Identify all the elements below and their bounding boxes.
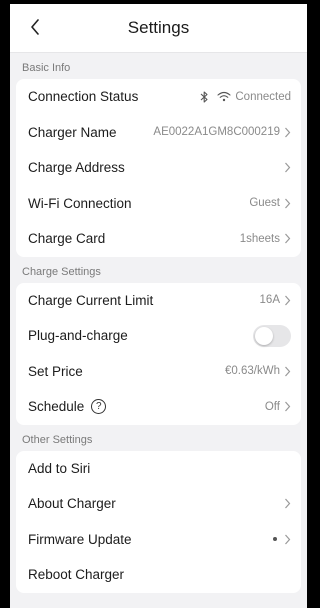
about-charger-row[interactable]: About Charger: [16, 486, 301, 522]
charger-name-row[interactable]: Charger Name AE0022A1GM8C000219: [16, 115, 301, 151]
charge-settings-card: Charge Current Limit 16A Plug-and-charge…: [16, 282, 301, 425]
section-label-other-settings: Other Settings: [22, 433, 93, 446]
plug-and-charge-label: Plug-and-charge: [28, 328, 128, 344]
chevron-right-icon: [285, 127, 291, 138]
chevron-right-icon: [285, 162, 291, 173]
set-price-label: Set Price: [28, 363, 83, 379]
charger-name-label: Charger Name: [28, 124, 117, 140]
connection-status-value: Connected: [235, 90, 291, 103]
help-icon[interactable]: ?: [91, 399, 107, 415]
chevron-right-icon: [285, 498, 291, 509]
about-charger-label: About Charger: [28, 496, 116, 512]
bluetooth-icon: [200, 91, 209, 103]
add-to-siri-row[interactable]: Add to Siri: [16, 451, 301, 487]
navigation-bar: Settings: [10, 4, 307, 53]
plug-and-charge-toggle[interactable]: [253, 324, 291, 347]
charge-current-limit-value: 16A: [259, 294, 280, 307]
charge-current-limit-row[interactable]: Charge Current Limit 16A: [16, 283, 301, 319]
reboot-charger-row[interactable]: Reboot Charger: [16, 557, 301, 593]
charge-card-value: 1sheets: [239, 232, 280, 245]
toggle-knob: [255, 326, 273, 345]
chevron-right-icon: [285, 534, 291, 545]
charge-card-row[interactable]: Charge Card 1sheets: [16, 221, 301, 257]
connection-status-label: Connection Status: [28, 89, 139, 105]
chevron-right-icon: [285, 401, 291, 412]
chevron-right-icon: [285, 366, 291, 377]
set-price-value: €0.63/kWh: [225, 365, 280, 378]
set-price-row[interactable]: Set Price €0.63/kWh: [16, 354, 301, 390]
wifi-icon: [217, 91, 231, 102]
chevron-right-icon: [285, 295, 291, 306]
back-button[interactable]: [22, 14, 48, 40]
connection-status-row: Connection Status Connected: [16, 79, 301, 115]
page-title: Settings: [127, 18, 190, 37]
schedule-value: Off: [264, 400, 280, 413]
plug-and-charge-row: Plug-and-charge: [16, 318, 301, 354]
basic-info-card: Connection Status Connected Charger Name: [16, 79, 301, 257]
charge-current-limit-label: Charge Current Limit: [28, 292, 154, 308]
section-label-basic-info: Basic Info: [22, 62, 71, 74]
other-settings-card: Add to Siri About Charger Firmware Updat…: [16, 450, 301, 593]
settings-screen: Settings Basic Info Connection Status Co…: [10, 4, 307, 608]
schedule-label: Schedule: [28, 399, 85, 415]
charge-address-row[interactable]: Charge Address: [16, 150, 301, 186]
firmware-update-row[interactable]: Firmware Update: [16, 522, 301, 558]
charge-address-label: Charge Address: [28, 160, 125, 176]
section-label-charge-settings: Charge Settings: [22, 265, 101, 278]
chevron-right-icon: [285, 198, 291, 209]
chevron-left-icon: [31, 19, 39, 35]
wifi-connection-value: Guest: [249, 197, 280, 210]
wifi-connection-row[interactable]: Wi-Fi Connection Guest: [16, 186, 301, 222]
reboot-charger-label: Reboot Charger: [28, 567, 125, 583]
charger-name-value: AE0022A1GM8C000219: [153, 126, 280, 139]
chevron-right-icon: [285, 233, 291, 244]
charge-card-label: Charge Card: [28, 231, 106, 247]
firmware-update-label: Firmware Update: [28, 531, 132, 547]
schedule-row[interactable]: Schedule ? Off: [16, 389, 301, 425]
update-indicator-dot: [273, 537, 277, 542]
wifi-connection-label: Wi-Fi Connection: [28, 195, 132, 211]
add-to-siri-label: Add to Siri: [28, 460, 91, 476]
